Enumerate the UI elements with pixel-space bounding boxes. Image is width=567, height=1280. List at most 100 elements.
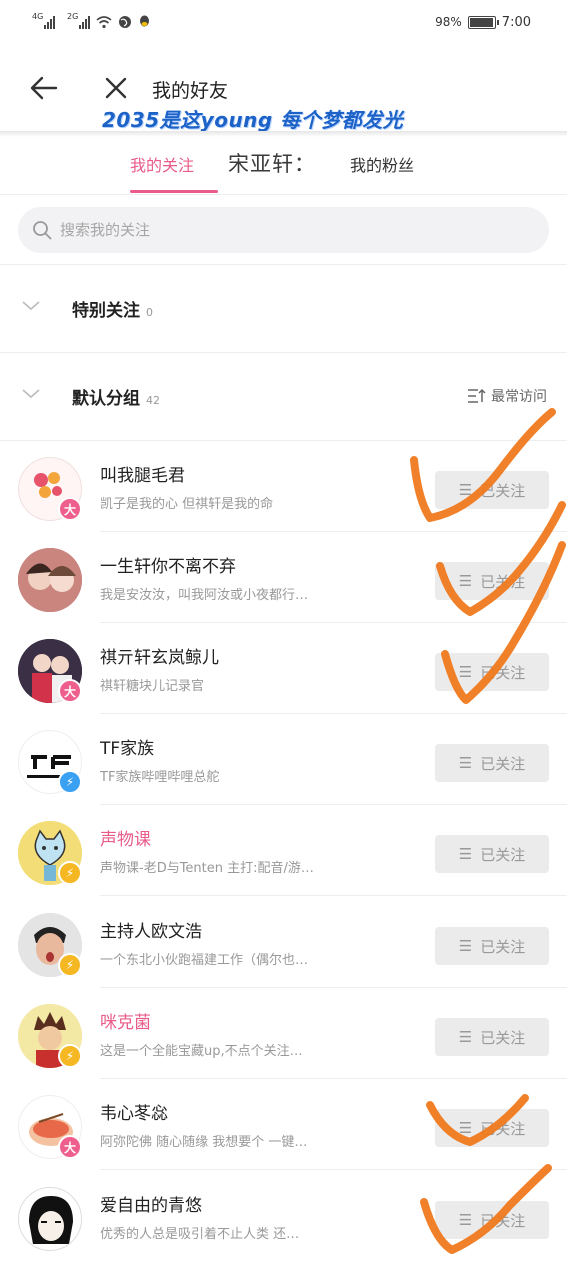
close-button[interactable] xyxy=(96,68,136,108)
followed-button[interactable]: ☰ 已关注 xyxy=(435,1018,549,1056)
user-row[interactable]: 一生轩你不离不弃 我是安汝汝，叫我阿汝或小夜都行… ☰ 已关注 xyxy=(0,532,567,623)
user-description: 祺轩糖块儿记录官 xyxy=(100,679,205,694)
followed-label: 已关注 xyxy=(480,845,526,864)
group-count: 42 xyxy=(146,393,160,407)
menu-icon: ☰ xyxy=(458,754,473,772)
menu-icon: ☰ xyxy=(458,937,473,955)
chevron-down-icon xyxy=(22,389,40,399)
tab-underline xyxy=(130,190,218,193)
search-input[interactable] xyxy=(60,221,500,239)
menu-icon: ☰ xyxy=(458,845,473,863)
avatar[interactable] xyxy=(18,1187,82,1251)
tab-fans[interactable]: 我的粉丝 xyxy=(350,152,414,176)
followed-label: 已关注 xyxy=(480,1211,526,1230)
back-button[interactable] xyxy=(24,68,64,108)
divider xyxy=(0,264,567,265)
user-name[interactable]: 主持人欧文浩 xyxy=(100,917,202,942)
signal-label: 4G xyxy=(32,12,44,21)
user-name[interactable]: 韦心苳惢 xyxy=(100,1099,168,1124)
followed-label: 已关注 xyxy=(480,1028,526,1047)
followed-label: 已关注 xyxy=(480,663,526,682)
user-description: 优秀的人总是吸引着不止人类 还… xyxy=(100,1227,300,1242)
user-row[interactable]: ⚡ 主持人欧文浩 一个东北小伙跑福建工作（偶尔也… ☰ 已关注 xyxy=(0,897,567,988)
divider xyxy=(0,352,567,353)
globe-icon xyxy=(119,16,131,28)
user-name[interactable]: 祺亓轩玄岚鲸儿 xyxy=(100,643,219,668)
user-description: 凯子是我的心 但祺轩是我的命 xyxy=(100,497,274,512)
followed-label: 已关注 xyxy=(480,754,526,773)
user-row[interactable]: 大 祺亓轩玄岚鲸儿 祺轩糖块儿记录官 ☰ 已关注 xyxy=(0,623,567,714)
user-row[interactable]: 大 叫我腿毛君 凯子是我的心 但祺轩是我的命 ☰ 已关注 xyxy=(0,441,567,532)
search-icon xyxy=(33,221,52,240)
group-count: 0 xyxy=(146,305,153,319)
sort-icon xyxy=(468,388,486,403)
page-title: 我的好友 xyxy=(152,80,229,102)
user-row[interactable]: ⚡ 咪克菌 这是一个全能宝藏up,不点个关注… ☰ 已关注 xyxy=(0,988,567,1079)
tab-following[interactable]: 我的关注 xyxy=(130,152,194,176)
avatar[interactable] xyxy=(18,548,82,612)
menu-icon: ☰ xyxy=(458,663,473,681)
followed-button[interactable]: ☰ 已关注 xyxy=(435,927,549,965)
menu-icon: ☰ xyxy=(458,572,473,590)
group-special[interactable]: 特别关注 0 xyxy=(0,278,567,338)
menu-icon: ☰ xyxy=(458,1028,473,1046)
user-name[interactable]: 爱自由的青悠 xyxy=(100,1191,202,1216)
clock: 7:00 xyxy=(501,14,531,30)
arrow-left-icon xyxy=(30,76,58,100)
followed-button[interactable]: ☰ 已关注 xyxy=(435,835,549,873)
followed-label: 已关注 xyxy=(480,572,526,591)
lightning-icon: ⚡ xyxy=(58,1044,82,1068)
overlay-caption: 2035是这young 每个梦都发光 xyxy=(102,108,404,132)
user-description: 这是一个全能宝藏up,不点个关注… xyxy=(100,1044,303,1059)
lightning-icon: ⚡ xyxy=(58,861,82,885)
followed-button[interactable]: ☰ 已关注 xyxy=(435,1109,549,1147)
user-name[interactable]: 一生轩你不离不弃 xyxy=(100,552,236,577)
followed-button[interactable]: ☰ 已关注 xyxy=(435,562,549,600)
group-name-label: 特别关注 xyxy=(72,300,140,321)
group-name-label: 默认分组 xyxy=(72,388,140,409)
user-row[interactable]: ⚡ 声物课 声物课-老D与Tenten 主打:配音/游… ☰ 已关注 xyxy=(0,805,567,896)
user-name[interactable]: 咪克菌 xyxy=(100,1008,151,1033)
menu-icon: ☰ xyxy=(458,481,473,499)
menu-icon: ☰ xyxy=(458,1211,473,1229)
tab-bar: 我的关注 宋亚轩： 我的粉丝 xyxy=(0,140,567,194)
followed-label: 已关注 xyxy=(480,1119,526,1138)
search-bar[interactable] xyxy=(18,207,549,253)
wifi-icon xyxy=(96,15,112,28)
divider xyxy=(0,194,567,195)
status-left: 4G 2G xyxy=(32,12,151,29)
sort-label: 最常访问 xyxy=(491,389,547,405)
qq-icon xyxy=(140,15,149,27)
lightning-icon: ⚡ xyxy=(58,770,82,794)
signal-label: 2G xyxy=(67,12,79,21)
header-shadow xyxy=(0,131,567,137)
followed-button[interactable]: ☰ 已关注 xyxy=(435,653,549,691)
battery-icon xyxy=(467,15,499,29)
followed-label: 已关注 xyxy=(480,937,526,956)
signal-icon: 4G xyxy=(32,12,55,29)
followed-button[interactable]: ☰ 已关注 xyxy=(435,744,549,782)
followed-button[interactable]: ☰ 已关注 xyxy=(435,1201,549,1239)
group-default[interactable]: 默认分组 42 最常访问 xyxy=(0,366,567,426)
user-name[interactable]: 声物课 xyxy=(100,825,151,850)
user-row[interactable]: 爱自由的青悠 优秀的人总是吸引着不止人类 还… ☰ 已关注 xyxy=(0,1171,567,1262)
badge-icon: 大 xyxy=(58,497,82,521)
divider xyxy=(100,1169,567,1170)
status-bar: 4G 2G 98% 7:00 xyxy=(0,0,567,44)
user-name[interactable]: TF家族 xyxy=(100,734,154,759)
status-right: 98% 7:00 xyxy=(435,15,531,30)
user-row[interactable]: ⚡ TF家族 TF家族哔哩哔哩总舵 ☰ 已关注 xyxy=(0,714,567,805)
lightning-icon: ⚡ xyxy=(58,953,82,977)
user-description: 一个东北小伙跑福建工作（偶尔也… xyxy=(100,953,309,968)
top-header: 我的好友 2035是这young 每个梦都发光 xyxy=(0,60,567,132)
user-name[interactable]: 叫我腿毛君 xyxy=(100,461,185,486)
divider xyxy=(100,895,567,896)
menu-icon: ☰ xyxy=(458,1119,473,1137)
group-name: 默认分组 42 xyxy=(72,384,160,409)
user-row[interactable]: 大 韦心苳惢 阿弥陀佛 随心随缘 我想要个 一键… ☰ 已关注 xyxy=(0,1079,567,1170)
user-description: 声物课-老D与Tenten 主打:配音/游… xyxy=(100,861,314,876)
user-description: 我是安汝汝，叫我阿汝或小夜都行… xyxy=(100,588,309,603)
signal-icon: 2G xyxy=(67,12,90,29)
sort-button[interactable]: 最常访问 xyxy=(467,386,547,406)
followed-button[interactable]: ☰ 已关注 xyxy=(435,471,549,509)
